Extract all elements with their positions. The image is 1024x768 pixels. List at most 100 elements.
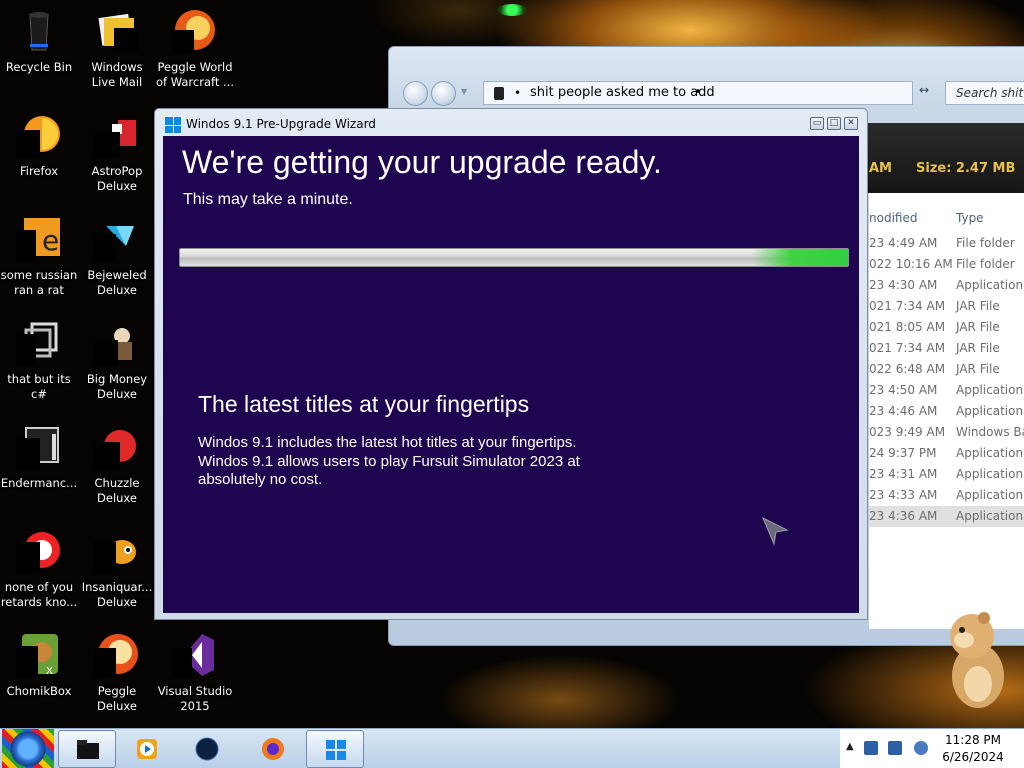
desktop-icon-that-but-csharp[interactable]: that but its c# [0,320,78,402]
network-icon[interactable] [888,741,902,755]
row-type: Application [956,446,1024,460]
row-type: Windows Bat [956,425,1024,439]
feature-description: Windos 9.1 includes the latest hot title… [198,434,618,490]
table-row[interactable]: 021 8:05 AM JAR File [869,317,1024,338]
row-type: File folder [956,257,1015,271]
address-bar[interactable]: • shit people asked me to add • [483,81,913,105]
desktop-icon-bejeweled[interactable]: Bejeweled Deluxe [78,216,156,298]
table-row[interactable]: 022 6:48 AM JAR File [869,359,1024,380]
desktop-icon-firefox[interactable]: Firefox [0,112,78,179]
table-row[interactable]: 23 4:49 AM File folder [869,233,1024,254]
bluetooth-icon[interactable] [864,741,878,755]
desktop-icon-endermanc[interactable]: Endermanc... [0,424,78,491]
row-date-modified: 23 4:49 AM [869,236,938,250]
fish-icon [94,528,140,574]
desktop-icon-label: AstroPop Deluxe [91,164,143,193]
back-button[interactable] [403,81,428,106]
app-icon [16,424,62,470]
desktop-icon-chuzzle[interactable]: Chuzzle Deluxe [78,424,156,506]
taskbar: ▲ 11:28 PM 6/26/2024 [0,728,1024,768]
wizard-title: Windos 9.1 Pre-Upgrade Wizard [186,117,376,131]
row-type: Application [956,488,1024,502]
taskbar-item-browser-globe[interactable] [178,730,236,768]
table-row[interactable]: 23 4:46 AM Application [869,401,1024,422]
feature-line: Windos 9.1 includes the latest hot title… [198,434,577,451]
desktop-icon-some-russian[interactable]: e some russian ran a rat [0,216,78,298]
taskbar-item-media-player[interactable] [118,730,176,768]
search-placeholder: Search shit peop [956,86,1024,100]
table-row[interactable]: 023 9:49 AM Windows Bat [869,422,1024,443]
table-row[interactable]: 23 4:50 AM Application [869,380,1024,401]
desktop-icon-label: Endermanc... [0,476,78,490]
desktop-icon-peggle-wow[interactable]: Peggle World of Warcraft ... [156,8,234,90]
refresh-icon[interactable]: ↔ [919,83,929,97]
desktop-icon-insaniquarium[interactable]: Insaniquar... Deluxe [78,528,156,610]
taskbar-item-folder[interactable] [58,730,116,768]
table-row[interactable]: 23 4:30 AM Application [869,275,1024,296]
page-subtitle: This may take a minute. [183,191,353,208]
desktop-icon-peggle-deluxe[interactable]: Peggle Deluxe [78,632,156,714]
row-date-modified: 23 4:33 AM [869,488,938,502]
row-date-modified: 23 4:31 AM [869,467,938,481]
row-date-modified: 23 4:50 AM [869,383,938,397]
desktop-icon-big-money[interactable]: Big Money Deluxe [78,320,156,402]
table-row[interactable]: 022 10:16 AM File folder [869,254,1024,275]
row-date-modified: 24 9:37 PM [869,446,937,460]
row-type: JAR File [956,362,1000,376]
history-dropdown-icon[interactable]: ▼ [461,87,467,96]
desktop-icon-windows-live-mail[interactable]: Windows Live Mail [78,8,156,90]
row-type: File folder [956,236,1015,250]
row-type: JAR File [956,341,1000,355]
desktop-icon-recycle-bin[interactable]: Recycle Bin [0,8,78,75]
clock-date[interactable]: 6/26/2024 [940,750,1006,764]
table-row[interactable]: 23 4:36 AM Application [869,506,1024,527]
row-date-modified: 022 6:48 AM [869,362,946,376]
table-row[interactable]: 021 7:34 AM JAR File [869,296,1024,317]
row-type: JAR File [956,299,1000,313]
taskbar-item-firefox[interactable] [244,730,302,768]
desktop-icon-label: Visual Studio 2015 [157,684,233,713]
desktop-icon-visual-studio[interactable]: Visual Studio 2015 [156,632,234,714]
desktop-icon-label: Chuzzle Deluxe [94,476,140,505]
upgrade-wizard-window[interactable]: Windos 9.1 Pre-Upgrade Wizard ▭ □ ✕ We'r… [154,108,868,620]
folder-icon [77,740,99,759]
close-button[interactable]: ✕ [844,117,858,130]
start-button[interactable] [2,729,54,768]
page-title: We're getting your upgrade ready. [182,144,662,180]
taskbar-item-windows[interactable] [306,730,364,768]
desktop-icon-label: Bejeweled Deluxe [87,268,147,297]
row-type: Application [956,278,1024,292]
maximize-button[interactable]: □ [827,117,841,130]
hamster-icon: X [16,632,62,678]
table-row[interactable]: 021 7:34 AM JAR File [869,338,1024,359]
column-header-date-modified[interactable]: nodified [869,211,917,225]
details-size: Size: 2.47 MB [916,161,1016,176]
forward-button[interactable] [431,81,456,106]
game-icon [94,424,140,470]
row-date-modified: 23 4:46 AM [869,404,938,418]
desktop-icon-label: that but its c# [7,372,71,401]
table-row[interactable]: 23 4:31 AM Application [869,464,1024,485]
folder-icon [494,87,504,100]
desktop-icon-none-of-you[interactable]: none of you retards kno... [0,528,78,610]
wizard-titlebar[interactable]: Windos 9.1 Pre-Upgrade Wizard ▭ □ ✕ [155,109,867,136]
desktop-icon-astropop[interactable]: AstroPop Deluxe [78,112,156,194]
game-icon [94,112,140,158]
desktop-icon-label: Big Money Deluxe [86,372,148,401]
volume-icon[interactable] [914,741,928,755]
desktop-icon-chomikbox[interactable]: X ChomikBox [0,632,78,699]
show-hidden-icons-chevron-icon[interactable]: ▲ [846,741,854,752]
feature-line: Windos 9.1 allows users to play Fursuit … [198,452,580,470]
minimize-button[interactable]: ▭ [810,117,824,130]
table-row[interactable]: 23 4:33 AM Application [869,485,1024,506]
file-list[interactable]: nodified Type 23 4:49 AM File folder 022 1… [869,193,1024,629]
breadcrumb-separator-icon: • [514,86,522,100]
clock-time[interactable]: 11:28 PM [940,733,1006,747]
table-row[interactable]: 24 9:37 PM Application [869,443,1024,464]
details-pane: AM Size: 2.47 MB [864,123,1024,193]
upgrade-progress-bar [179,248,849,267]
details-date: AM [869,161,892,176]
column-header-type[interactable]: Type [956,211,984,225]
desktop-icon-label: Recycle Bin [5,60,73,74]
search-input[interactable]: Search shit peop [945,81,1024,105]
